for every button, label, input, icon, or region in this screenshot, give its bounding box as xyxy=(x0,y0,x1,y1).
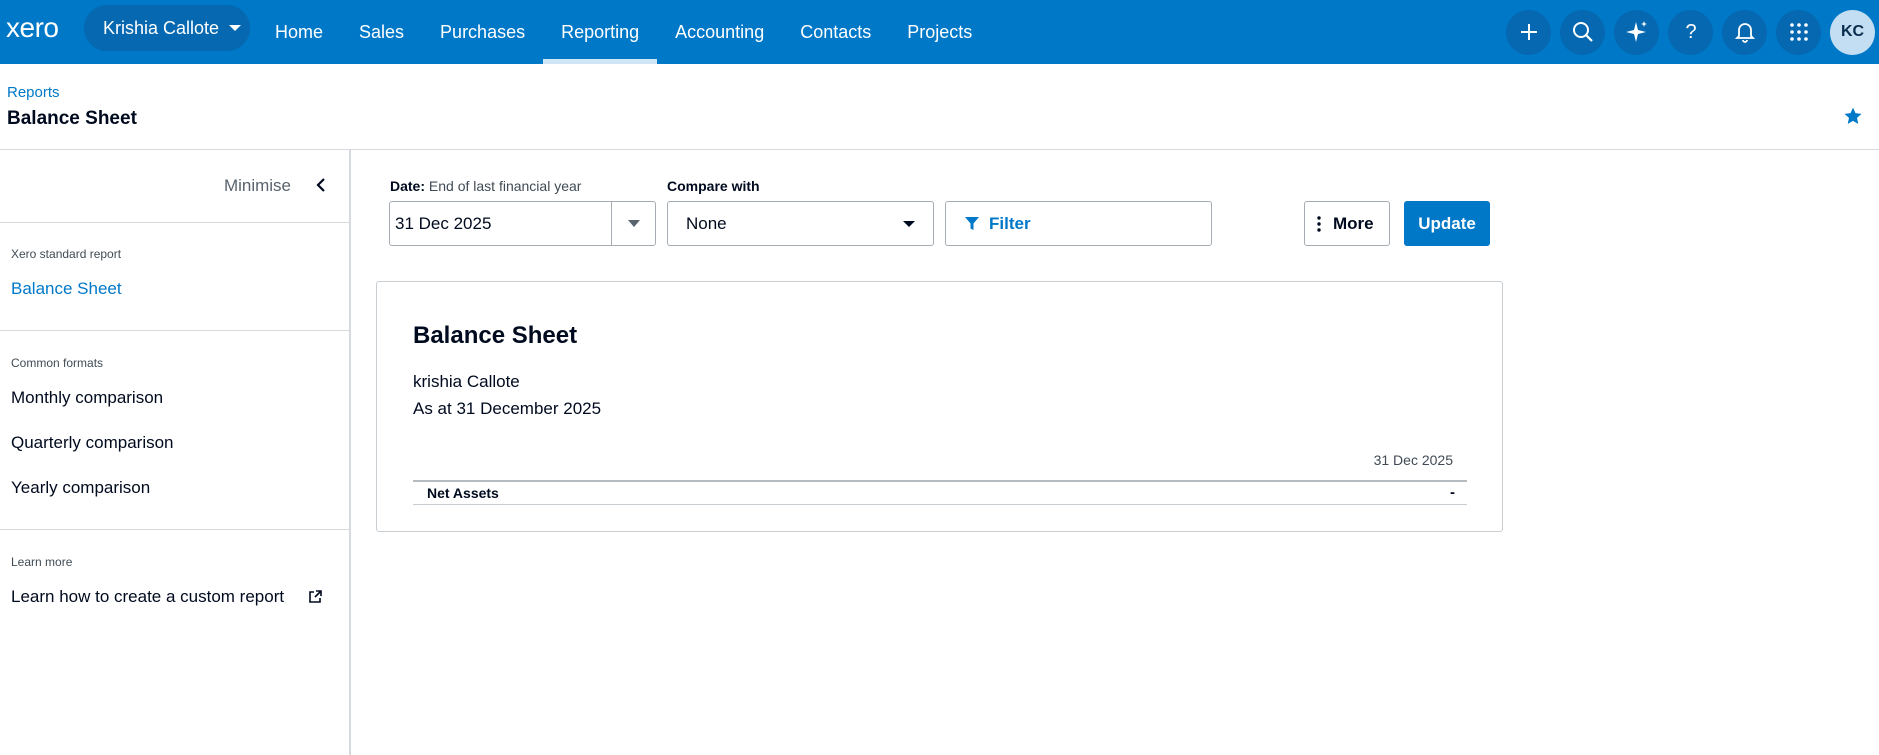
user-avatar[interactable]: KC xyxy=(1830,9,1875,55)
nav-home[interactable]: Home xyxy=(257,0,341,64)
caret-down-icon xyxy=(627,219,640,227)
nav-purchases[interactable]: Purchases xyxy=(422,0,543,64)
search-button[interactable] xyxy=(1560,9,1605,55)
report-card: Balance Sheet krishia Callote As at 31 D… xyxy=(376,281,1503,532)
search-icon xyxy=(1572,22,1593,42)
date-picker[interactable]: 31 Dec 2025 xyxy=(389,201,656,246)
more-vertical-icon xyxy=(1317,215,1321,232)
create-new-button[interactable] xyxy=(1506,9,1551,55)
organisation-switcher[interactable]: Krishia Callote xyxy=(84,5,250,51)
minimise-sidebar-button[interactable]: Minimise xyxy=(0,150,349,223)
help-icon: ? xyxy=(1685,21,1696,43)
sidebar-item-quarterly-comparison[interactable]: Quarterly comparison xyxy=(0,433,349,453)
sidebar-heading: Xero standard report xyxy=(11,247,122,261)
filter-button[interactable]: Filter xyxy=(945,201,1212,246)
minimise-label: Minimise xyxy=(223,176,291,195)
filter-label: Filter xyxy=(989,213,1031,233)
caret-down-icon xyxy=(229,25,242,31)
notifications-button[interactable] xyxy=(1722,9,1767,55)
favourite-button[interactable] xyxy=(1843,106,1863,131)
organisation-name: Krishia Callote xyxy=(103,17,220,38)
top-navigation: xero Krishia Callote Home Sales Purchase… xyxy=(0,0,1879,64)
breadcrumb-reports[interactable]: Reports xyxy=(7,84,60,101)
report-title: Balance Sheet xyxy=(413,322,578,349)
sidebar-section-standard: Xero standard report Balance Sheet xyxy=(0,247,349,299)
sidebar-item-yearly-comparison[interactable]: Yearly comparison xyxy=(0,478,349,498)
sidebar-section-common-formats: Common formats Monthly comparison Quarte… xyxy=(0,356,349,498)
ai-sparkle-icon xyxy=(1625,21,1647,42)
sidebar-item-monthly-comparison[interactable]: Monthly comparison xyxy=(0,388,349,408)
apps-button[interactable] xyxy=(1776,9,1821,55)
sidebar-divider xyxy=(0,330,349,331)
sidebar-section-learn-more: Learn more Learn how to create a custom … xyxy=(0,555,349,607)
page-header: Reports Balance Sheet xyxy=(0,64,1879,150)
sidebar-item-label: Learn how to create a custom report xyxy=(11,587,285,606)
xero-logo[interactable]: xero xyxy=(6,12,59,43)
bell-icon xyxy=(1734,23,1755,43)
nav-accounting[interactable]: Accounting xyxy=(657,0,782,64)
nav-actions: ? KC xyxy=(1497,0,1879,64)
report-sidebar: Minimise Xero standard report Balance Sh… xyxy=(0,150,351,755)
nav-sales[interactable]: Sales xyxy=(341,0,422,64)
plus-icon xyxy=(1520,24,1537,40)
nav-projects[interactable]: Projects xyxy=(889,0,990,64)
table-row: Net Assets - xyxy=(413,480,1467,505)
update-button[interactable]: Update xyxy=(1404,201,1490,246)
compare-with-select[interactable]: None xyxy=(667,201,934,246)
ai-assistant-button[interactable] xyxy=(1614,9,1659,55)
help-button[interactable]: ? xyxy=(1668,9,1713,55)
filter-icon xyxy=(965,216,979,230)
external-link-icon xyxy=(309,590,322,603)
svg-text:?: ? xyxy=(1685,21,1696,43)
sidebar-heading: Learn more xyxy=(11,555,73,569)
row-value: - xyxy=(1450,484,1455,501)
date-input[interactable]: 31 Dec 2025 xyxy=(390,202,611,245)
star-icon xyxy=(1844,107,1862,124)
sidebar-item-custom-report-help[interactable]: Learn how to create a custom report xyxy=(0,587,349,607)
sidebar-item-balance-sheet[interactable]: Balance Sheet xyxy=(0,279,349,299)
chevron-left-icon xyxy=(316,178,325,192)
row-label: Net Assets xyxy=(427,485,499,501)
apps-grid-icon xyxy=(1789,23,1808,41)
sidebar-heading: Common formats xyxy=(11,356,104,370)
report-column-header: 31 Dec 2025 xyxy=(1373,452,1453,468)
sidebar-divider xyxy=(0,529,349,530)
nav-reporting[interactable]: Reporting xyxy=(543,0,658,64)
main-nav: Home Sales Purchases Reporting Accountin… xyxy=(257,0,990,64)
report-organisation: krishia Callote xyxy=(413,372,520,391)
page-title: Balance Sheet xyxy=(7,108,137,129)
caret-down-icon xyxy=(903,221,915,227)
nav-contacts[interactable]: Contacts xyxy=(782,0,889,64)
report-as-at-date: As at 31 December 2025 xyxy=(413,399,602,418)
compare-with-label: Compare with xyxy=(667,178,760,194)
more-button[interactable]: More xyxy=(1304,201,1390,246)
compare-with-value: None xyxy=(686,213,727,233)
more-label: More xyxy=(1333,213,1374,233)
date-label: Date: End of last financial year xyxy=(390,178,582,194)
date-dropdown-toggle[interactable] xyxy=(611,202,655,245)
